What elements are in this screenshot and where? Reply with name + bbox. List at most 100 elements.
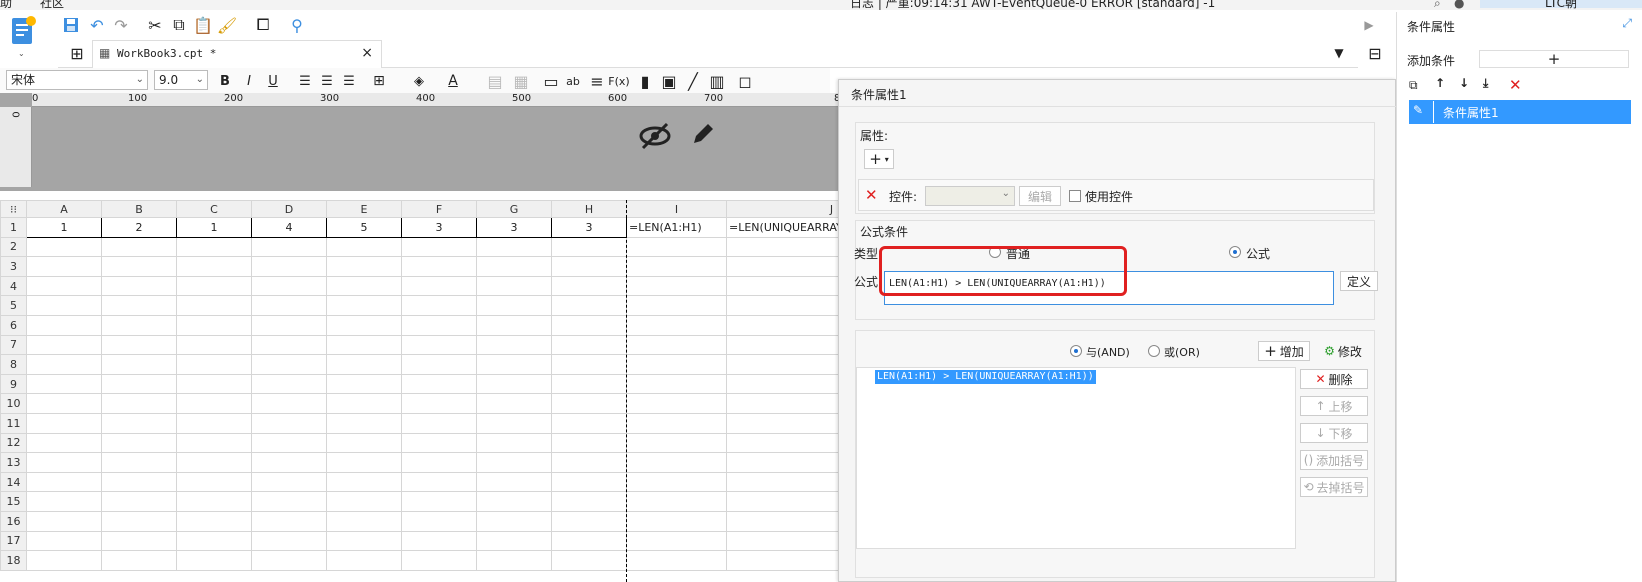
cell[interactable] <box>251 471 327 493</box>
cell[interactable] <box>176 314 252 336</box>
cell[interactable] <box>401 530 477 552</box>
column-header[interactable]: F <box>401 200 477 218</box>
select-all-corner[interactable]: ⁝⁝ <box>0 200 27 218</box>
and-radio[interactable] <box>1070 345 1082 357</box>
cell[interactable] <box>551 354 627 375</box>
cell[interactable] <box>176 550 252 571</box>
row-header[interactable]: 13 <box>0 452 27 473</box>
cell[interactable] <box>551 236 627 258</box>
row-header[interactable]: 3 <box>0 256 27 277</box>
cell[interactable] <box>326 354 402 375</box>
row-header[interactable]: 11 <box>0 412 27 434</box>
cell[interactable] <box>476 471 552 493</box>
bold-button[interactable]: B <box>214 70 236 92</box>
cell[interactable] <box>176 412 252 434</box>
cell[interactable] <box>551 314 627 336</box>
cell[interactable] <box>401 354 477 375</box>
or-radio[interactable] <box>1148 345 1160 357</box>
cell[interactable] <box>401 510 477 532</box>
remove-bracket-button[interactable]: ⟲ 去掉括号 <box>1300 477 1368 497</box>
cell[interactable] <box>251 530 327 552</box>
cell[interactable]: 1 <box>26 217 102 238</box>
cell[interactable] <box>326 471 402 493</box>
eye-hidden-icon[interactable] <box>638 121 672 158</box>
undo-icon[interactable]: ↶ <box>86 14 108 36</box>
cell[interactable] <box>101 393 177 414</box>
tab-workbook3[interactable]: ▦ WorkBook3.cpt * × <box>92 40 382 68</box>
cell[interactable] <box>476 275 552 297</box>
cell[interactable] <box>251 295 327 316</box>
user-name[interactable]: LTC朝 <box>1480 0 1642 10</box>
cell[interactable] <box>251 334 327 356</box>
subreport-icon[interactable]: ▥ <box>706 70 728 92</box>
cell[interactable] <box>176 510 252 532</box>
cell[interactable] <box>401 295 477 316</box>
italic-button[interactable]: I <box>238 70 260 92</box>
cell[interactable] <box>176 530 252 552</box>
row-header[interactable]: 18 <box>0 550 27 571</box>
cell[interactable] <box>251 256 327 277</box>
row-header[interactable]: 10 <box>0 393 27 414</box>
cell[interactable] <box>101 275 177 297</box>
app-menu-button[interactable]: ⌄ <box>8 14 48 64</box>
cell[interactable] <box>551 471 627 493</box>
cell[interactable] <box>626 550 727 571</box>
condition-list-item-selected[interactable]: ✎ 条件属性1 <box>1409 100 1631 124</box>
cell[interactable] <box>476 314 552 336</box>
cell[interactable] <box>476 256 552 277</box>
cell[interactable] <box>326 256 402 277</box>
column-header[interactable]: I <box>626 200 727 218</box>
cell[interactable] <box>101 295 177 316</box>
cell[interactable] <box>176 334 252 356</box>
cell[interactable]: 4 <box>251 217 327 238</box>
cell[interactable] <box>101 550 177 571</box>
cell[interactable] <box>401 314 477 336</box>
cell[interactable] <box>176 452 252 473</box>
merge-cells-icon[interactable]: ▤ <box>484 70 506 92</box>
cell[interactable] <box>26 373 102 395</box>
align-right-icon[interactable]: ☰ <box>338 70 360 92</box>
cell[interactable] <box>551 550 627 571</box>
cell[interactable] <box>626 334 727 356</box>
cell[interactable] <box>551 491 627 512</box>
define-button[interactable]: 定义 <box>1340 271 1378 291</box>
image-icon[interactable]: ▣ <box>658 70 680 92</box>
fill-color-icon[interactable]: ◈ <box>408 70 430 92</box>
cell[interactable] <box>401 550 477 571</box>
dropdown-menu-icon[interactable]: ▼ <box>1328 42 1350 64</box>
column-header[interactable]: D <box>251 200 327 218</box>
border-icon[interactable]: ⊞ <box>368 70 390 92</box>
row-header[interactable]: 12 <box>0 432 27 454</box>
row-header[interactable]: 14 <box>0 471 27 493</box>
cell[interactable] <box>101 510 177 532</box>
cell[interactable] <box>401 471 477 493</box>
cell[interactable] <box>476 393 552 414</box>
cell[interactable] <box>626 491 727 512</box>
row-header[interactable]: 1 <box>0 217 27 238</box>
cell[interactable] <box>551 412 627 434</box>
menu-help[interactable]: 助 <box>0 0 12 10</box>
add-condition-button[interactable]: + 增加 <box>1258 341 1310 361</box>
cell[interactable] <box>26 432 102 454</box>
cell[interactable] <box>176 256 252 277</box>
cell[interactable] <box>251 412 327 434</box>
close-icon[interactable]: × <box>361 45 373 61</box>
cell[interactable] <box>626 275 727 297</box>
cell[interactable] <box>626 314 727 336</box>
format-painter-icon[interactable]: 🖌 <box>216 14 238 36</box>
cell[interactable] <box>251 550 327 571</box>
column-header[interactable]: G <box>476 200 552 218</box>
cell[interactable] <box>626 510 727 532</box>
row-header[interactable]: 8 <box>0 354 27 375</box>
cell[interactable] <box>626 471 727 493</box>
cell[interactable] <box>476 491 552 512</box>
cell[interactable] <box>101 236 177 258</box>
cell[interactable] <box>551 373 627 395</box>
cell[interactable] <box>476 412 552 434</box>
row-header[interactable]: 2 <box>0 236 27 258</box>
control-select[interactable]: ⌄ <box>925 186 1015 206</box>
cell[interactable] <box>101 432 177 454</box>
cell[interactable] <box>26 550 102 571</box>
cell[interactable] <box>401 236 477 258</box>
paragraph-icon[interactable]: ≡ <box>586 70 608 92</box>
